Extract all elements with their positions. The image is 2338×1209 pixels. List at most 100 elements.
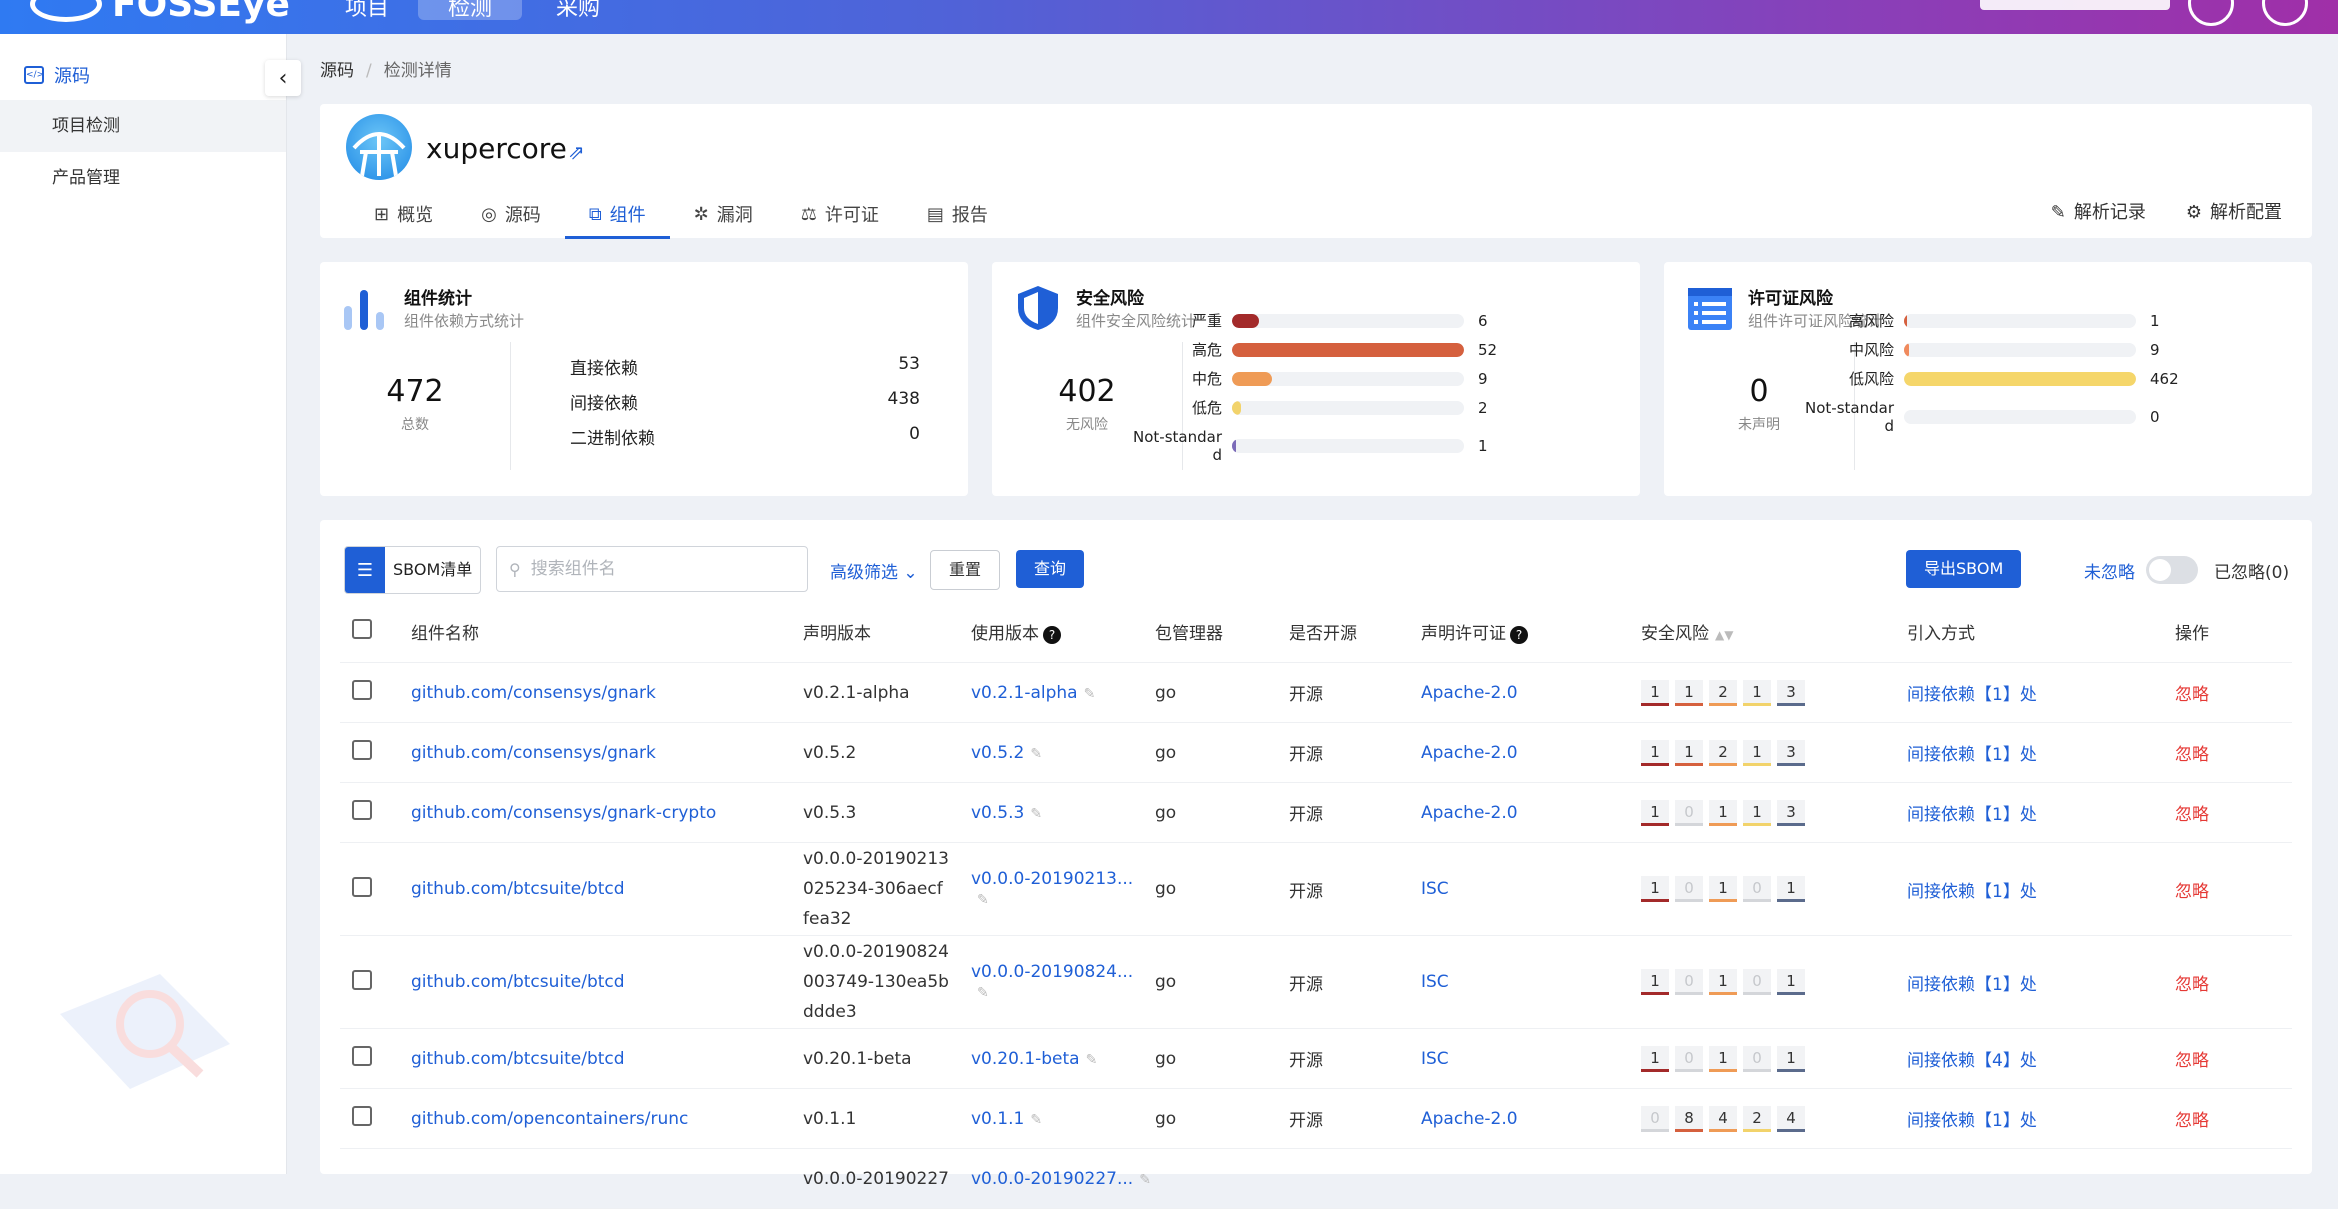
risk-count-badge[interactable]: 3 <box>1777 799 1805 826</box>
used-version-link[interactable]: v0.5.3 <box>971 803 1024 823</box>
tab-licenses[interactable]: ⚖ 许可证 <box>777 192 903 236</box>
org-select[interactable] <box>1980 0 2170 10</box>
tab-vulnerabilities[interactable]: ✲ 漏洞 <box>670 192 777 236</box>
sidebar-section-source[interactable]: </> 源码 <box>24 62 90 88</box>
risk-count-badge[interactable]: 1 <box>1675 739 1703 766</box>
component-name-link[interactable]: github.com/btcsuite/btcd <box>411 1049 625 1069</box>
risk-count-badge[interactable]: 1 <box>1777 969 1805 995</box>
row-checkbox[interactable] <box>352 680 372 700</box>
used-version-link[interactable]: v0.0.0-20190227... <box>971 1169 1133 1189</box>
edit-icon[interactable]: ✎ <box>1030 1112 1042 1128</box>
component-name-link[interactable]: github.com/btcsuite/btcd <box>411 972 625 992</box>
edit-icon[interactable]: ✎ <box>1084 686 1096 702</box>
risk-count-badge[interactable]: 1 <box>1709 969 1737 995</box>
ignore-toggle[interactable] <box>2146 556 2198 584</box>
ignore-button[interactable]: 忽略 <box>2175 805 2209 825</box>
component-name-link[interactable]: github.com/btcsuite/btcd <box>411 879 625 899</box>
used-version-link[interactable]: v0.0.0-20190213... <box>971 869 1133 889</box>
license-link[interactable]: Apache-2.0 <box>1421 1109 1518 1129</box>
tab-overview[interactable]: ⊞ 概览 <box>350 192 457 236</box>
license-link[interactable]: Apache-2.0 <box>1421 683 1518 703</box>
risk-count-badge[interactable]: 4 <box>1777 1105 1805 1132</box>
license-link[interactable]: Apache-2.0 <box>1421 743 1518 763</box>
sidebar-item-product-management[interactable]: 产品管理 <box>0 152 286 204</box>
sort-icon[interactable]: ▲▼ <box>1715 628 1733 642</box>
component-name-link[interactable]: github.com/consensys/gnark-crypto <box>411 803 716 823</box>
ignore-button[interactable]: 忽略 <box>2175 685 2209 705</box>
ignored-label[interactable]: 已忽略(0) <box>2214 558 2289 583</box>
used-version-link[interactable]: v0.2.1-alpha <box>971 683 1078 703</box>
introduction-link[interactable]: 间接依赖【1】处 <box>1907 882 2037 902</box>
list-icon[interactable]: ☰ <box>345 547 385 593</box>
parse-config-button[interactable]: ⚙ 解析配置 <box>2186 198 2282 224</box>
edit-icon[interactable]: ✎ <box>1030 746 1042 762</box>
row-checkbox[interactable] <box>352 800 372 820</box>
sbom-view-toggle[interactable]: ☰ SBOM清单 <box>344 546 482 594</box>
ignore-button[interactable]: 忽略 <box>2175 745 2209 765</box>
license-link[interactable]: ISC <box>1421 1049 1449 1069</box>
row-checkbox[interactable] <box>352 876 372 897</box>
top-nav-item-detection[interactable]: 检测 <box>448 0 492 22</box>
help-icon[interactable]: ? <box>1043 625 1061 644</box>
export-sbom-button[interactable]: 导出SBOM <box>1906 550 2022 588</box>
risk-count-badge[interactable]: 1 <box>1641 799 1669 826</box>
risk-count-badge[interactable]: 1 <box>1641 739 1669 766</box>
sbom-label[interactable]: SBOM清单 <box>385 547 480 593</box>
license-link[interactable]: ISC <box>1421 879 1449 899</box>
introduction-link[interactable]: 间接依赖【1】处 <box>1907 685 2037 705</box>
risk-count-badge[interactable]: 0 <box>1743 969 1771 995</box>
parse-log-button[interactable]: ✎ 解析记录 <box>2051 198 2146 224</box>
risk-count-badge[interactable]: 1 <box>1709 876 1737 902</box>
row-checkbox[interactable] <box>352 969 372 990</box>
search-input[interactable] <box>528 558 783 580</box>
sidebar-collapse-button[interactable]: ‹ <box>265 60 301 96</box>
top-nav-item-procurement[interactable]: 采购 <box>556 0 600 22</box>
ignore-button[interactable]: 忽略 <box>2175 1111 2209 1131</box>
tab-reports[interactable]: ▤ 报告 <box>903 192 1012 236</box>
introduction-link[interactable]: 间接依赖【1】处 <box>1907 975 2037 995</box>
reset-button[interactable]: 重置 <box>930 550 1001 590</box>
risk-count-badge[interactable]: 2 <box>1709 679 1737 706</box>
sidebar-item-project-detection[interactable]: 项目检测 <box>0 100 286 152</box>
license-link[interactable]: Apache-2.0 <box>1421 803 1518 823</box>
risk-count-badge[interactable]: 0 <box>1743 1045 1771 1072</box>
component-name-link[interactable]: github.com/opencontainers/runc <box>411 1109 688 1129</box>
risk-count-badge[interactable]: 1 <box>1743 739 1771 766</box>
risk-count-badge[interactable]: 1 <box>1743 679 1771 706</box>
risk-count-badge[interactable]: 0 <box>1675 799 1703 826</box>
edit-icon[interactable]: ✎ <box>1030 806 1042 822</box>
top-nav-item-projects[interactable]: 项目 <box>345 0 389 22</box>
introduction-link[interactable]: 间接依赖【4】处 <box>1907 1051 2037 1071</box>
risk-count-badge[interactable]: 0 <box>1641 1105 1669 1132</box>
risk-count-badge[interactable]: 4 <box>1709 1105 1737 1132</box>
risk-count-badge[interactable]: 0 <box>1675 969 1703 995</box>
ignore-button[interactable]: 忽略 <box>2175 882 2209 902</box>
query-button[interactable]: 查询 <box>1016 550 1085 588</box>
used-version-link[interactable]: v0.20.1-beta <box>971 1049 1080 1069</box>
risk-count-badge[interactable]: 3 <box>1777 739 1805 766</box>
risk-count-badge[interactable]: 1 <box>1743 799 1771 826</box>
user-avatar[interactable] <box>2262 0 2308 26</box>
select-all-checkbox[interactable] <box>352 618 372 639</box>
risk-count-badge[interactable]: 0 <box>1743 876 1771 902</box>
used-version-link[interactable]: v0.5.2 <box>971 743 1024 763</box>
used-version-link[interactable]: v0.0.0-20190824... <box>971 962 1133 982</box>
risk-count-badge[interactable]: 1 <box>1641 969 1669 995</box>
risk-count-badge[interactable]: 2 <box>1743 1105 1771 1132</box>
component-search[interactable]: ⚲ <box>496 546 808 592</box>
external-link-icon[interactable]: ⇗ <box>568 140 585 164</box>
introduction-link[interactable]: 间接依赖【1】处 <box>1907 745 2037 765</box>
risk-count-badge[interactable]: 1 <box>1777 1045 1805 1072</box>
component-name-link[interactable]: github.com/consensys/gnark <box>411 743 656 763</box>
tab-source[interactable]: ◎ 源码 <box>457 192 565 236</box>
risk-count-badge[interactable]: 1 <box>1777 876 1805 902</box>
notification-icon[interactable] <box>2188 0 2234 26</box>
tab-components[interactable]: ⧉ 组件 <box>564 192 670 239</box>
not-ignored-label[interactable]: 未忽略 <box>2084 558 2135 583</box>
risk-count-badge[interactable]: 1 <box>1641 876 1669 902</box>
used-version-link[interactable]: v0.1.1 <box>971 1109 1024 1129</box>
risk-count-badge[interactable]: 1 <box>1641 679 1669 706</box>
risk-count-badge[interactable]: 1 <box>1675 679 1703 706</box>
risk-count-badge[interactable]: 1 <box>1709 799 1737 826</box>
license-link[interactable]: ISC <box>1421 972 1449 992</box>
